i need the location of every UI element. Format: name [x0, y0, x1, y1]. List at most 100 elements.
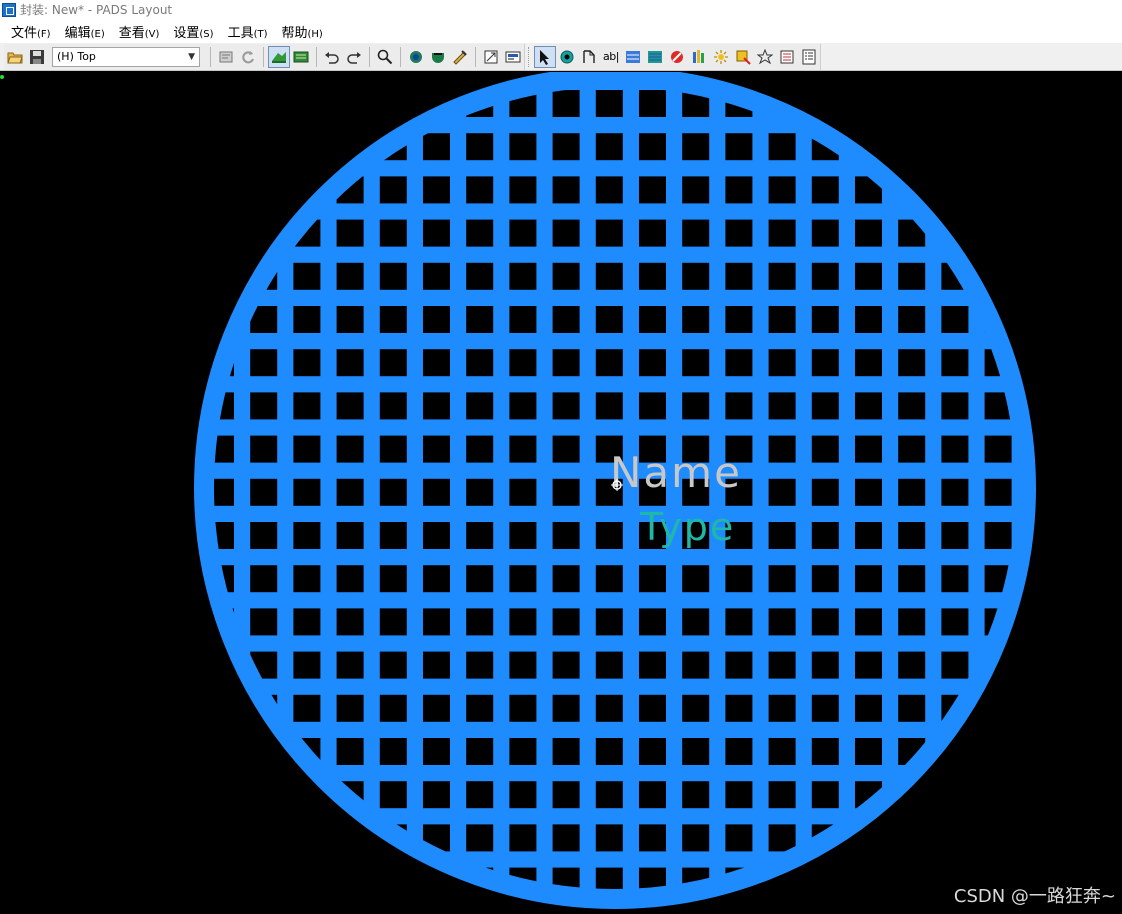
menu-tools[interactable]: 工具(T) [221, 22, 275, 41]
text-icon[interactable]: ab| [600, 46, 622, 68]
hatch-cell [941, 306, 969, 333]
hatch-cell [509, 262, 537, 290]
toolbar-grip[interactable] [528, 46, 531, 67]
hatch-cell [207, 824, 234, 852]
open-folder-icon[interactable] [4, 46, 26, 68]
menu-edit[interactable]: 编辑(E) [58, 22, 112, 41]
attr-label-icon[interactable] [578, 46, 600, 68]
select-icon[interactable] [534, 45, 556, 68]
cutout-icon[interactable] [666, 46, 688, 68]
hatch-cell [639, 133, 666, 161]
pad-stack-icon[interactable] [480, 46, 502, 68]
menu-file[interactable]: 文件(F) [4, 22, 58, 41]
hatch-cell [984, 262, 1012, 290]
2d-line-icon[interactable] [622, 46, 644, 68]
hatch-icon[interactable] [710, 46, 732, 68]
hatch-cell [250, 522, 278, 549]
hatch-cell [293, 392, 321, 420]
hatch-cell [768, 392, 796, 420]
hatched-copper-pad: Name Type [194, 72, 1055, 909]
plane-icon[interactable] [754, 46, 776, 68]
hatch-cell [984, 478, 1012, 506]
undo-icon[interactable] [321, 46, 343, 68]
hatch-cell [509, 522, 537, 549]
hatch-cell [250, 133, 278, 161]
refresh-icon[interactable] [237, 46, 259, 68]
report-icon[interactable] [798, 46, 820, 68]
hatch-cell [768, 478, 796, 506]
layout-canvas[interactable]: Name Type CSDN @一路狂奔~ [0, 72, 1122, 914]
hatch-cell [207, 176, 234, 204]
hatch-cell [509, 824, 537, 852]
hatch-cell [509, 306, 537, 333]
hatch-cell [1028, 133, 1055, 160]
hatch-cell [423, 306, 450, 333]
hatch-cell [595, 262, 623, 290]
hatch-cell [207, 133, 234, 161]
hatch-cell [725, 651, 753, 679]
hatch-cell [293, 522, 321, 549]
drafting-mode-icon[interactable] [268, 45, 290, 68]
view-icon-1[interactable] [405, 46, 427, 68]
save-icon[interactable] [26, 46, 48, 68]
terminal-icon[interactable] [556, 46, 578, 68]
decal-mode-icon[interactable] [290, 46, 312, 68]
hatch-cell [768, 219, 796, 247]
hatch-cell [509, 349, 537, 377]
menu-setup[interactable]: 设置(S) [166, 22, 220, 41]
hatch-cell [725, 176, 753, 204]
hatch-cell [941, 651, 969, 679]
zoom-icon[interactable] [374, 46, 396, 68]
part-type-label: Type [639, 505, 735, 549]
flood-icon[interactable] [732, 46, 754, 68]
hatch-cell [336, 349, 364, 377]
hatch-cell [811, 435, 839, 463]
hatch-cell [725, 608, 753, 636]
hatch-cell [509, 608, 537, 636]
toolbar-separator [400, 46, 401, 67]
hatch-cell [552, 824, 580, 852]
hatch-cell [811, 349, 839, 377]
hatch-cell [941, 90, 969, 117]
hatch-cell [811, 608, 839, 636]
properties-icon[interactable] [215, 46, 237, 68]
hatch-cell [682, 306, 710, 333]
layer-select[interactable]: (H) Top ▼ [52, 46, 200, 67]
toolbar-separator [316, 46, 317, 67]
hatch-cell [898, 306, 926, 333]
hatch-cell [509, 176, 537, 204]
hatch-cell [336, 867, 364, 895]
hatch-cell [811, 738, 839, 765]
assign-icon[interactable] [776, 46, 798, 68]
hatch-cell [639, 781, 666, 809]
hatch-cell [379, 522, 407, 549]
pour-icon[interactable] [688, 46, 710, 68]
hatch-cell [552, 478, 580, 506]
hatch-cell [682, 133, 710, 161]
hatch-cell [984, 90, 1012, 117]
hatch-cell [682, 651, 710, 679]
hatch-cell [941, 478, 969, 506]
menu-help[interactable]: 帮助(H) [275, 22, 330, 41]
hatch-cell [379, 651, 407, 679]
redo-icon[interactable] [343, 46, 365, 68]
hatch-cell [1028, 306, 1055, 333]
pads-app-icon [2, 2, 16, 17]
hatch-cell [725, 565, 753, 593]
hatch-cell [509, 478, 537, 506]
hatch-cell [639, 176, 666, 204]
hatch-cell [423, 738, 450, 765]
hatch-cell [855, 262, 882, 290]
hatch-cell [898, 694, 926, 722]
hatch-cell [466, 133, 494, 161]
view-icon-3[interactable] [449, 46, 471, 68]
menu-view[interactable]: 查看(V) [112, 22, 167, 41]
hatch-cell [336, 522, 364, 549]
hatch-cell [768, 522, 796, 549]
hatch-cell [379, 478, 407, 506]
hatch-cell [379, 608, 407, 636]
wizard-icon[interactable] [502, 46, 524, 68]
copper-icon[interactable] [644, 46, 666, 68]
toolbar-separator [263, 46, 264, 67]
view-icon-2[interactable] [427, 46, 449, 68]
